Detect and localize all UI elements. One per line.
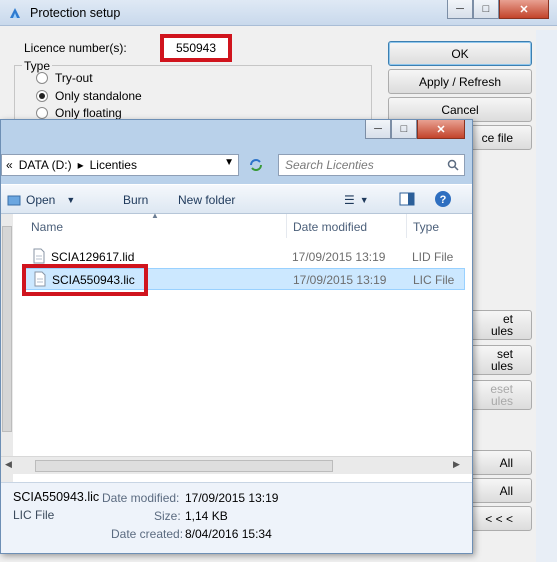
scroll-right-icon[interactable]: ▶ bbox=[453, 459, 460, 470]
licence-number-value: 550943 bbox=[175, 41, 217, 55]
licence-label: Licence number(s): bbox=[24, 41, 127, 55]
maximize-icon: □ bbox=[400, 123, 408, 135]
open-file-dialog: ─ □ ✕ « DATA (D:) ▸ Licenties ▼ Search L… bbox=[0, 119, 473, 554]
minimize-icon: ─ bbox=[374, 123, 382, 135]
details-date-modified-label: Date modified: bbox=[102, 491, 180, 505]
apply-refresh-button[interactable]: Apply / Refresh bbox=[388, 69, 532, 94]
details-date-created-label: Date created: bbox=[111, 527, 184, 541]
file-list: Name ▲ Date modified Type SCIA129617.lid… bbox=[1, 211, 472, 482]
licence-number-field[interactable]: 550943 bbox=[160, 34, 232, 62]
radio-only-floating[interactable]: Only floating bbox=[36, 106, 122, 120]
ok-button[interactable]: OK bbox=[388, 41, 532, 66]
vertical-scroll-thumb[interactable] bbox=[2, 226, 12, 432]
radio-indicator bbox=[36, 90, 48, 102]
dialog-titlebar: ─ □ ✕ bbox=[1, 120, 472, 145]
horizontal-scroll-thumb[interactable] bbox=[35, 460, 333, 472]
file-type: LIC File bbox=[413, 273, 455, 287]
column-header-date-modified[interactable]: Date modified bbox=[287, 214, 407, 238]
file-type: LID File bbox=[412, 250, 454, 264]
chevron-down-icon: ▼ bbox=[359, 195, 369, 205]
radio-label: Try-out bbox=[55, 71, 93, 85]
close-icon: ✕ bbox=[436, 123, 446, 136]
file-date: 17/09/2015 13:19 bbox=[292, 250, 386, 264]
breadcrumb-drive[interactable]: DATA (D:) bbox=[19, 158, 72, 172]
search-placeholder: Search Licenties bbox=[285, 158, 374, 172]
column-date-label: Date modified bbox=[293, 220, 368, 234]
maximize-button[interactable]: □ bbox=[473, 0, 499, 19]
sort-arrow-icon: ▲ bbox=[151, 211, 159, 220]
open-button[interactable]: Open ▼ bbox=[7, 193, 75, 207]
address-row: « DATA (D:) ▸ Licenties ▼ Search Licenti… bbox=[1, 152, 472, 180]
file-name: SCIA129617.lid bbox=[51, 250, 135, 264]
table-row[interactable]: SCIA129617.lid 17/09/2015 13:19 LID File bbox=[23, 246, 465, 268]
minimize-button[interactable]: ─ bbox=[447, 0, 473, 19]
horizontal-scrollbar[interactable]: ◀ ▶ bbox=[1, 456, 472, 474]
dialog-close-button[interactable]: ✕ bbox=[417, 120, 465, 139]
details-size-value: 1,14 KB bbox=[185, 509, 228, 523]
details-file-type: LIC File bbox=[13, 508, 55, 522]
column-header-type[interactable]: Type bbox=[407, 214, 465, 238]
breadcrumb-separator-icon: ▸ bbox=[77, 158, 84, 172]
details-file-name: SCIA550943.lic bbox=[13, 490, 100, 504]
column-type-label: Type bbox=[413, 220, 440, 234]
open-file-icon bbox=[7, 195, 21, 206]
radio-try-out[interactable]: Try-out bbox=[36, 71, 93, 85]
vertical-scrollbar[interactable] bbox=[1, 214, 13, 482]
radio-only-standalone[interactable]: Only standalone bbox=[36, 89, 142, 103]
radio-indicator bbox=[36, 72, 48, 84]
preview-pane-icon bbox=[399, 192, 415, 206]
window-title: Protection setup bbox=[30, 6, 121, 20]
dialog-maximize-button[interactable]: □ bbox=[391, 120, 417, 139]
preview-pane-button[interactable] bbox=[399, 191, 415, 207]
burn-button[interactable]: Burn bbox=[123, 193, 148, 207]
dialog-minimize-button[interactable]: ─ bbox=[365, 120, 391, 139]
protection-setup-titlebar: Protection setup ─ □ ✕ bbox=[0, 0, 557, 26]
view-options-button[interactable]: ☰ ▼ bbox=[344, 193, 369, 207]
address-bar[interactable]: « DATA (D:) ▸ Licenties ▼ bbox=[1, 154, 239, 176]
details-date-created-value: 8/04/2016 15:34 bbox=[185, 527, 272, 541]
radio-label: Only standalone bbox=[55, 89, 142, 103]
column-name-label: Name bbox=[31, 220, 64, 234]
file-date: 17/09/2015 13:19 bbox=[293, 273, 387, 287]
file-icon bbox=[34, 271, 46, 287]
scroll-left-icon[interactable]: ◀ bbox=[5, 459, 12, 470]
details-pane: SCIA550943.lic LIC File Date modified: 1… bbox=[1, 482, 472, 553]
radio-indicator bbox=[36, 107, 48, 119]
refresh-button[interactable] bbox=[243, 154, 269, 176]
view-list-icon: ☰ bbox=[344, 193, 355, 207]
help-icon: ? bbox=[435, 191, 451, 207]
details-size-label: Size: bbox=[154, 509, 181, 523]
maximize-icon: □ bbox=[482, 3, 490, 15]
background-app-strip bbox=[536, 30, 557, 562]
chevron-down-icon: ▼ bbox=[66, 195, 76, 205]
help-button[interactable]: ? bbox=[434, 190, 452, 208]
search-input[interactable]: Search Licenties bbox=[278, 154, 465, 176]
breadcrumb-overflow[interactable]: « bbox=[6, 158, 13, 172]
file-name: SCIA550943.lic bbox=[52, 273, 135, 287]
close-icon: ✕ bbox=[519, 3, 529, 16]
close-button[interactable]: ✕ bbox=[499, 0, 549, 19]
app-icon bbox=[10, 8, 20, 18]
breadcrumb-folder[interactable]: Licenties bbox=[90, 158, 137, 172]
svg-text:?: ? bbox=[440, 194, 447, 206]
column-header-name[interactable]: Name ▲ bbox=[25, 211, 287, 238]
open-label: Open bbox=[26, 193, 56, 207]
minimize-icon: ─ bbox=[456, 3, 464, 15]
search-icon bbox=[447, 159, 459, 171]
file-icon bbox=[33, 248, 45, 264]
refresh-icon bbox=[250, 159, 262, 171]
table-row-selected[interactable]: SCIA550943.lic 17/09/2015 13:19 LIC File bbox=[23, 268, 465, 290]
radio-label: Only floating bbox=[55, 106, 122, 120]
new-folder-button[interactable]: New folder bbox=[178, 193, 235, 207]
dialog-toolbar: Open ▼ Burn New folder ☰ ▼ ? bbox=[1, 184, 472, 214]
chevron-down-icon[interactable]: ▼ bbox=[224, 157, 234, 168]
details-date-modified-value: 17/09/2015 13:19 bbox=[185, 491, 279, 505]
